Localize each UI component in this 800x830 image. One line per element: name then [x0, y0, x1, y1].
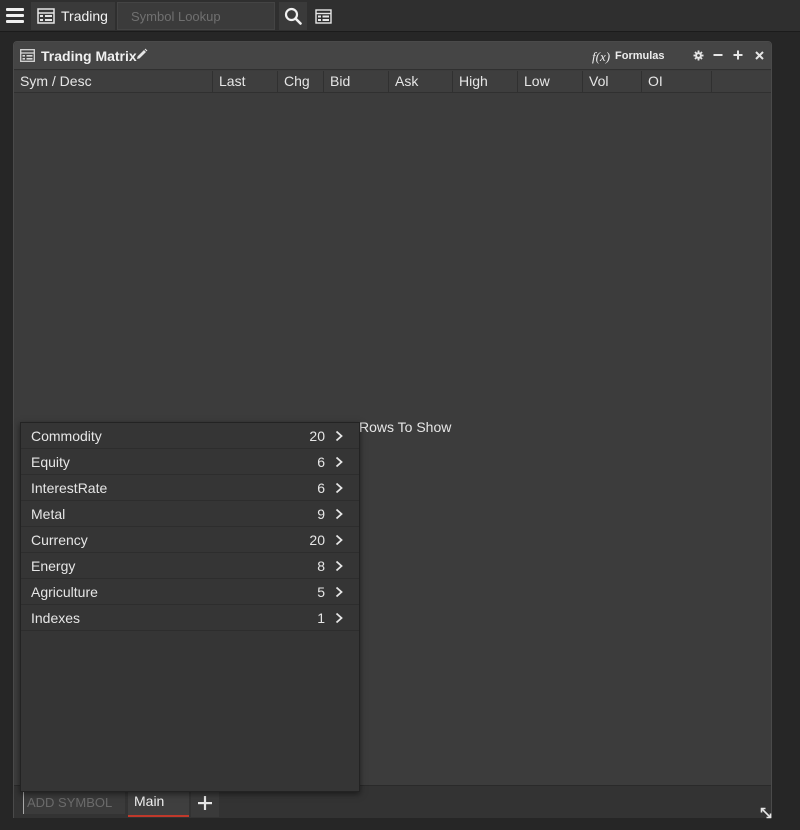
column-vol[interactable]: Vol — [583, 71, 642, 93]
category-count: 20 — [309, 532, 325, 548]
column-chg[interactable]: Chg — [278, 71, 324, 93]
column-sym-desc[interactable]: Sym / Desc — [14, 71, 213, 93]
category-label: Commodity — [31, 428, 102, 444]
category-label: Indexes — [31, 610, 81, 626]
search-button[interactable] — [279, 2, 307, 30]
chevron-right-icon — [335, 430, 343, 442]
chevron-right-icon — [335, 534, 343, 546]
chevron-right-icon — [335, 456, 343, 468]
chevron-right-icon — [335, 508, 343, 520]
category-item-equity[interactable]: Equity 6 — [21, 449, 359, 475]
chevron-right-icon — [335, 482, 343, 494]
category-dropdown: Commodity 20 Equity 6 InterestRate 6 Met… — [20, 422, 360, 792]
chevron-right-icon — [335, 560, 343, 572]
gear-icon[interactable] — [690, 47, 706, 63]
category-label: InterestRate — [31, 480, 108, 496]
category-item-interestrate[interactable]: InterestRate 6 — [21, 475, 359, 501]
panel-header: Trading Matrix f(x) Formulas — [14, 42, 771, 70]
category-item-energy[interactable]: Energy 8 — [21, 553, 359, 579]
category-label: Currency — [31, 532, 88, 548]
panel-title: Trading Matrix — [41, 48, 137, 64]
column-bid[interactable]: Bid — [324, 71, 389, 93]
symbol-lookup-input[interactable] — [117, 2, 275, 30]
layout-button[interactable] — [310, 2, 336, 30]
category-label: Agriculture — [31, 584, 98, 600]
category-count: 8 — [317, 558, 325, 574]
category-item-currency[interactable]: Currency 20 — [21, 527, 359, 553]
category-count: 20 — [309, 428, 325, 444]
tab-trading-label: Trading — [61, 8, 108, 24]
formulas-button[interactable]: Formulas — [615, 50, 665, 62]
chevron-right-icon — [335, 586, 343, 598]
category-item-commodity[interactable]: Commodity 20 — [21, 423, 359, 449]
layout-icon — [20, 49, 35, 62]
add-symbol-input[interactable] — [23, 791, 125, 814]
empty-rows-message: Rows To Show — [359, 419, 452, 435]
category-label: Metal — [31, 506, 66, 522]
chevron-right-icon — [335, 612, 343, 624]
category-label: Energy — [31, 558, 76, 574]
category-count: 9 — [317, 506, 325, 522]
top-toolbar: Trading — [0, 0, 800, 32]
tab-trading[interactable]: Trading — [31, 2, 115, 30]
maximize-icon[interactable] — [730, 47, 746, 63]
category-label: Equity — [31, 454, 70, 470]
category-count: 5 — [317, 584, 325, 600]
category-item-metal[interactable]: Metal 9 — [21, 501, 359, 527]
layout-icon — [314, 8, 332, 24]
column-oi[interactable]: OI — [642, 71, 712, 93]
tab-main[interactable]: Main — [128, 788, 189, 817]
pencil-icon[interactable] — [135, 48, 148, 61]
column-high[interactable]: High — [453, 71, 518, 93]
close-icon[interactable] — [751, 47, 767, 63]
plus-icon — [198, 795, 212, 810]
column-ask[interactable]: Ask — [389, 71, 453, 93]
resize-icon[interactable] — [760, 807, 772, 819]
category-count: 6 — [317, 454, 325, 470]
column-last[interactable]: Last — [213, 71, 278, 93]
fx-icon[interactable]: f(x) — [592, 49, 610, 65]
column-header-row: Sym / Desc Last Chg Bid Ask High Low Vol… — [14, 71, 771, 93]
hamburger-icon[interactable] — [6, 8, 24, 24]
category-item-indexes[interactable]: Indexes 1 — [21, 605, 359, 631]
minimize-icon[interactable] — [710, 47, 726, 63]
category-count: 6 — [317, 480, 325, 496]
search-icon — [284, 7, 302, 25]
category-count: 1 — [317, 610, 325, 626]
add-tab-button[interactable] — [191, 788, 219, 817]
layout-icon — [37, 8, 55, 24]
column-low[interactable]: Low — [518, 71, 583, 93]
category-item-agriculture[interactable]: Agriculture 5 — [21, 579, 359, 605]
